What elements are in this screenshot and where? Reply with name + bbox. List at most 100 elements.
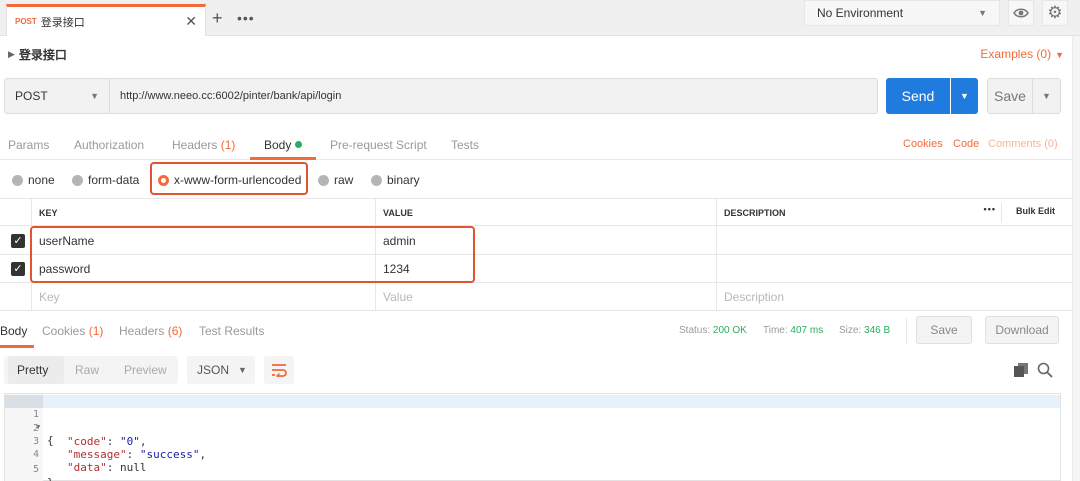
tab-tests[interactable]: Tests [451, 138, 479, 152]
tab-response-headers[interactable]: Headers (6) [119, 324, 182, 338]
comments-link[interactable]: Comments (0) [988, 138, 1058, 150]
tab-headers-label: Headers [172, 138, 218, 152]
preview-button[interactable]: Preview [124, 363, 167, 377]
request-title: 登录接口 [18, 47, 67, 62]
search-icon[interactable] [1037, 362, 1053, 378]
header-description: DESCRIPTION ••• Bulk Edit [717, 199, 1072, 227]
save-options-button[interactable]: ▼ [1033, 78, 1061, 114]
tab-params[interactable]: Params [8, 138, 49, 152]
wrap-lines-icon [272, 364, 287, 377]
key-input[interactable]: Key [32, 283, 376, 311]
tab-headers[interactable]: Headers (1) [172, 138, 235, 152]
tab-body-label: Body [264, 138, 292, 152]
download-response-button[interactable]: Download [985, 316, 1059, 344]
divider [1001, 203, 1002, 223]
code-link[interactable]: Code [953, 138, 979, 150]
status-label: Status: [679, 325, 711, 336]
description-cell[interactable] [717, 255, 1072, 283]
size-value: 346 B [864, 325, 891, 336]
description-input[interactable]: Description [717, 283, 1072, 311]
wrap-lines-button[interactable] [264, 356, 294, 384]
radio-none-label: none [28, 173, 55, 187]
save-response-button[interactable]: Save [916, 316, 972, 344]
tab-body[interactable]: Body [264, 138, 303, 152]
radio-raw[interactable]: raw [318, 173, 353, 187]
description-cell[interactable] [717, 227, 1072, 255]
examples-label: Examples (0) [980, 47, 1052, 61]
status-readout: Status: 200 OK [679, 325, 747, 336]
request-tab[interactable]: POST 登录接口 ✕ [6, 4, 206, 36]
manage-environments-button[interactable]: ⚙ [1042, 0, 1068, 26]
code-line: 2 "code": "0", [5, 409, 1060, 448]
raw-button[interactable]: Raw [75, 363, 99, 377]
tab-response-body[interactable]: Body [0, 324, 27, 338]
chevron-down-icon: ▼ [960, 91, 969, 101]
tab-headers-count: (1) [220, 138, 236, 152]
response-tabs: Body Cookies (1) Headers (6) Test Result… [0, 316, 1072, 348]
radio-none[interactable]: none [12, 173, 55, 187]
scrollbar[interactable] [1072, 36, 1080, 481]
tab-response-cookies[interactable]: Cookies (1) [42, 324, 103, 338]
more-tabs-icon[interactable]: ••• [237, 8, 255, 28]
code-line: 1 ▼ { [5, 395, 1060, 447]
chevron-down-icon: ▼ [238, 365, 247, 375]
copy-icon[interactable] [1014, 363, 1028, 377]
method-select[interactable]: POST ▼ [4, 78, 110, 114]
radio-binary[interactable]: binary [371, 173, 420, 187]
value-input[interactable]: Value [376, 283, 717, 311]
tab-pre-request-script[interactable]: Pre-request Script [330, 138, 427, 152]
format-select[interactable]: JSON ▼ [187, 356, 255, 384]
header-check-cell [0, 199, 32, 227]
cookies-link[interactable]: Cookies [903, 138, 943, 150]
close-icon[interactable]: ✕ [185, 13, 197, 30]
gear-icon: ⚙ [1047, 3, 1063, 22]
checkbox-checked[interactable]: ✓ [11, 234, 25, 248]
code-line: 4 "data": null [5, 435, 1060, 474]
size-label: Size: [839, 325, 862, 336]
checkbox-checked[interactable]: ✓ [11, 262, 25, 276]
request-tabs: Params Authorization Headers (1) Body Pr… [0, 130, 1072, 160]
save-button[interactable]: Save [987, 78, 1033, 114]
more-options-icon[interactable]: ••• [984, 204, 996, 214]
radio-circle [12, 174, 23, 186]
send-options-button[interactable]: ▼ [951, 78, 978, 114]
response-format-toolbar: Pretty Raw Preview JSON ▼ [0, 356, 1072, 386]
environment-select[interactable]: No Environment ▼ [804, 0, 1000, 26]
chevron-down-icon: ▼ [1055, 50, 1064, 60]
status-value: 200 OK [712, 325, 747, 336]
pretty-button[interactable]: Pretty [17, 363, 48, 377]
examples-dropdown[interactable]: Examples (0) ▼ [980, 47, 1064, 61]
environment-select-value: No Environment [817, 6, 904, 20]
active-tab-indicator [0, 345, 34, 348]
url-input[interactable]: http://www.neeo.cc:6002/pinter/bank/api/… [110, 78, 878, 114]
tab-bar: POST 登录接口 ✕ + ••• No Environment ▼ ⚙ [0, 0, 1080, 36]
request-tab-method: POST [15, 17, 37, 26]
active-dot-icon [295, 141, 303, 148]
radio-circle [371, 174, 382, 186]
time-value: 407 ms [790, 325, 824, 336]
header-description-label: DESCRIPTION [724, 208, 786, 218]
tab-authorization[interactable]: Authorization [74, 138, 144, 152]
header-value-label: VALUE [383, 208, 413, 218]
tab-response-headers-label: Headers [119, 324, 165, 338]
request-title-row: ▶ 登录接口 Examples (0) ▼ [0, 38, 1072, 70]
send-button[interactable]: Send [886, 78, 950, 114]
time-label: Time: [763, 325, 788, 336]
add-tab-icon[interactable]: + [212, 8, 223, 28]
description-placeholder: Description [724, 290, 785, 304]
url-value: http://www.neeo.cc:6002/pinter/bank/api/… [120, 90, 342, 102]
row-check-cell: ✓ [0, 227, 32, 255]
divider [906, 318, 907, 344]
environment-quick-look-button[interactable] [1008, 0, 1034, 26]
response-body-viewer[interactable]: 1 ▼ { 2 "code": "0", 3 "message": "succe… [4, 393, 1061, 481]
chevron-down-icon: ▼ [978, 8, 987, 18]
active-tab-indicator [250, 157, 316, 160]
row-check-cell [0, 283, 32, 311]
tab-test-results[interactable]: Test Results [199, 324, 264, 338]
header-value: VALUE [376, 199, 717, 227]
radio-form-data[interactable]: form-data [72, 173, 139, 187]
view-mode-group: Pretty Raw Preview [4, 356, 178, 384]
caret-right-icon[interactable]: ▶ [8, 49, 15, 60]
bulk-edit-link[interactable]: Bulk Edit [1016, 206, 1055, 216]
table-row-new: Key Value Description [0, 283, 1072, 311]
